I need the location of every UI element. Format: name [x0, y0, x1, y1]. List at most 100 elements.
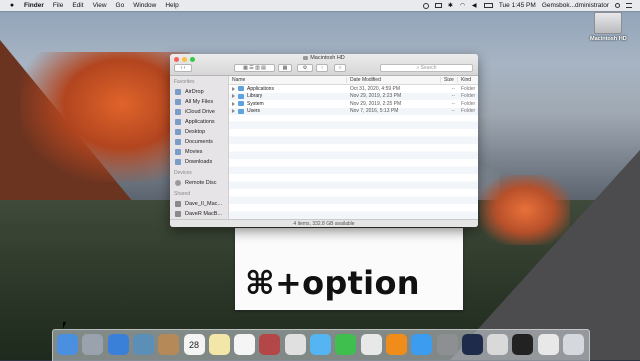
display-icon[interactable] — [434, 3, 442, 8]
notes-icon[interactable] — [208, 334, 230, 355]
menu-finder[interactable]: Finder — [24, 2, 44, 9]
row-name-cell: Users — [229, 108, 347, 114]
sidebar-item-movies[interactable]: Movies — [170, 147, 228, 157]
bluetooth-icon[interactable]: ✱ — [448, 3, 454, 9]
spotlight-icon[interactable] — [615, 3, 620, 8]
sidebar-item-label: Documents — [185, 139, 213, 145]
back-forward-buttons[interactable]: ‹ › — [174, 64, 192, 72]
view-mode-buttons[interactable]: ▦ ☰ ▥ ▤ — [234, 64, 275, 72]
finder-window: Macintosh HD ‹ › ▦ ☰ ▥ ▤ ▦ ⚙ ↑ ○ ⌕ Searc… — [170, 54, 478, 227]
hard-disk-icon — [594, 12, 622, 34]
sidebar-item-applications[interactable]: Applications — [170, 117, 228, 127]
computer-icon — [175, 201, 181, 207]
row-date: Oct 31, 2020, 4:59 PM — [350, 85, 401, 92]
sidebar-item-label: Applications — [185, 119, 215, 125]
column-kind[interactable]: Kind — [458, 77, 478, 83]
sidebar-item-shared-2[interactable]: DaveR MacB... — [170, 209, 228, 219]
row-name-cell: Library — [229, 93, 347, 99]
menu-user[interactable]: Gemsbok...dministrator — [542, 2, 609, 9]
trash-icon[interactable] — [563, 334, 584, 355]
safari-icon[interactable] — [107, 334, 129, 355]
sidebar-item-downloads[interactable]: Downloads — [170, 157, 228, 167]
list-header: Name Date Modified Size Kind — [229, 76, 478, 85]
column-size[interactable]: Size — [441, 77, 458, 83]
facetime-icon[interactable] — [335, 334, 357, 355]
sidebar-item-label: Dave_II_Mac... — [185, 201, 222, 207]
wifi-icon[interactable]: ◠ — [460, 3, 466, 9]
disc-icon — [175, 180, 181, 186]
action-gear-button[interactable]: ⚙ — [297, 64, 313, 72]
chrome-icon[interactable] — [487, 334, 509, 355]
window-title: Macintosh HD — [170, 55, 478, 61]
sidebar-item-documents[interactable]: Documents — [170, 137, 228, 147]
finder-icon[interactable] — [57, 334, 78, 355]
desktop-disk-label: Macintosh HD — [590, 36, 627, 42]
volume-icon[interactable]: ◀ — [472, 3, 478, 9]
finder-sidebar: Favorites AirDrop All My Files iCloud Dr… — [170, 76, 229, 219]
terminal-icon[interactable] — [512, 334, 534, 355]
sidebar-favorites-header: Favorites — [174, 79, 195, 85]
status-circle-icon[interactable] — [422, 2, 429, 9]
disclosure-triangle-icon[interactable] — [232, 101, 235, 106]
arrange-button[interactable]: ▦ — [278, 64, 292, 72]
notification-center-icon[interactable] — [626, 3, 632, 8]
calendar-icon[interactable]: 28 — [183, 334, 205, 355]
sidebar-item-airdrop[interactable]: AirDrop — [170, 87, 228, 97]
disclosure-triangle-icon[interactable] — [232, 86, 235, 91]
menu-view[interactable]: View — [93, 2, 107, 9]
contacts-icon[interactable] — [158, 334, 180, 355]
menu-go[interactable]: Go — [116, 2, 125, 9]
folder-icon — [238, 108, 244, 114]
cloud-icon — [175, 109, 181, 115]
table-row[interactable]: System Nov 29, 2019, 2:25 PM -- Folder — [229, 100, 478, 108]
row-size: -- — [451, 108, 455, 115]
apple-menu-icon[interactable]: ● — [8, 2, 16, 9]
disclosure-triangle-icon[interactable] — [232, 109, 235, 114]
row-name: System — [247, 100, 264, 107]
sidebar-item-remote-disc[interactable]: Remote Disc — [170, 178, 228, 188]
mouse-cursor — [63, 322, 66, 329]
photos-icon[interactable] — [284, 334, 306, 355]
disclosure-triangle-icon[interactable] — [232, 94, 235, 99]
wallpaper-sunset-glow-right — [480, 175, 570, 245]
launchpad-icon[interactable] — [82, 334, 104, 355]
reminders-icon[interactable] — [234, 334, 256, 355]
column-name[interactable]: Name — [229, 77, 347, 83]
menu-file[interactable]: File — [53, 2, 63, 9]
itunes-icon[interactable] — [360, 334, 382, 355]
sidebar-item-icloud-drive[interactable]: iCloud Drive — [170, 107, 228, 117]
tags-button[interactable]: ○ — [334, 64, 346, 72]
menu-clock[interactable]: Tue 1:45 PM — [499, 2, 536, 9]
sidebar-item-desktop[interactable]: Desktop — [170, 127, 228, 137]
ibooks-icon[interactable] — [385, 334, 407, 355]
menu-help[interactable]: Help — [165, 2, 178, 9]
menu-edit[interactable]: Edit — [72, 2, 83, 9]
folder-icon — [238, 93, 244, 99]
share-button[interactable]: ↑ — [316, 64, 328, 72]
column-date-modified[interactable]: Date Modified — [347, 77, 441, 83]
document-icon — [175, 139, 181, 145]
photo-booth-icon[interactable] — [259, 334, 281, 355]
table-row[interactable]: Users Nov 7, 2016, 5:13 PM -- Folder — [229, 107, 478, 115]
sidebar-item-label: AirDrop — [185, 89, 204, 95]
preview-icon[interactable] — [132, 334, 154, 355]
sidebar-item-all-my-files[interactable]: All My Files — [170, 97, 228, 107]
applications-icon — [175, 119, 181, 125]
battery-icon[interactable] — [483, 3, 493, 8]
search-field[interactable]: ⌕ Search — [380, 64, 473, 72]
table-row[interactable]: Applications Oct 31, 2020, 4:59 PM -- Fo… — [229, 85, 478, 93]
app-store-icon[interactable] — [411, 334, 433, 355]
menu-window[interactable]: Window — [133, 2, 156, 9]
document-icon[interactable] — [537, 334, 559, 355]
folder-icon — [238, 86, 244, 92]
sidebar-item-label: DaveR MacB... — [185, 211, 222, 217]
quicktime-icon[interactable] — [461, 334, 483, 355]
airdrop-icon — [175, 89, 181, 95]
table-row[interactable]: Library Nov 29, 2019, 2:23 PM -- Folder — [229, 92, 478, 100]
finder-titlebar[interactable]: Macintosh HD ‹ › ▦ ☰ ▥ ▤ ▦ ⚙ ↑ ○ ⌕ Searc… — [170, 54, 478, 76]
sidebar-item-shared-1[interactable]: Dave_II_Mac... — [170, 199, 228, 209]
system-preferences-icon[interactable] — [436, 334, 458, 355]
sidebar-item-label: Movies — [185, 149, 203, 155]
messages-icon[interactable] — [310, 334, 331, 355]
desktop-macintosh-hd[interactable]: Macintosh HD — [590, 12, 627, 42]
